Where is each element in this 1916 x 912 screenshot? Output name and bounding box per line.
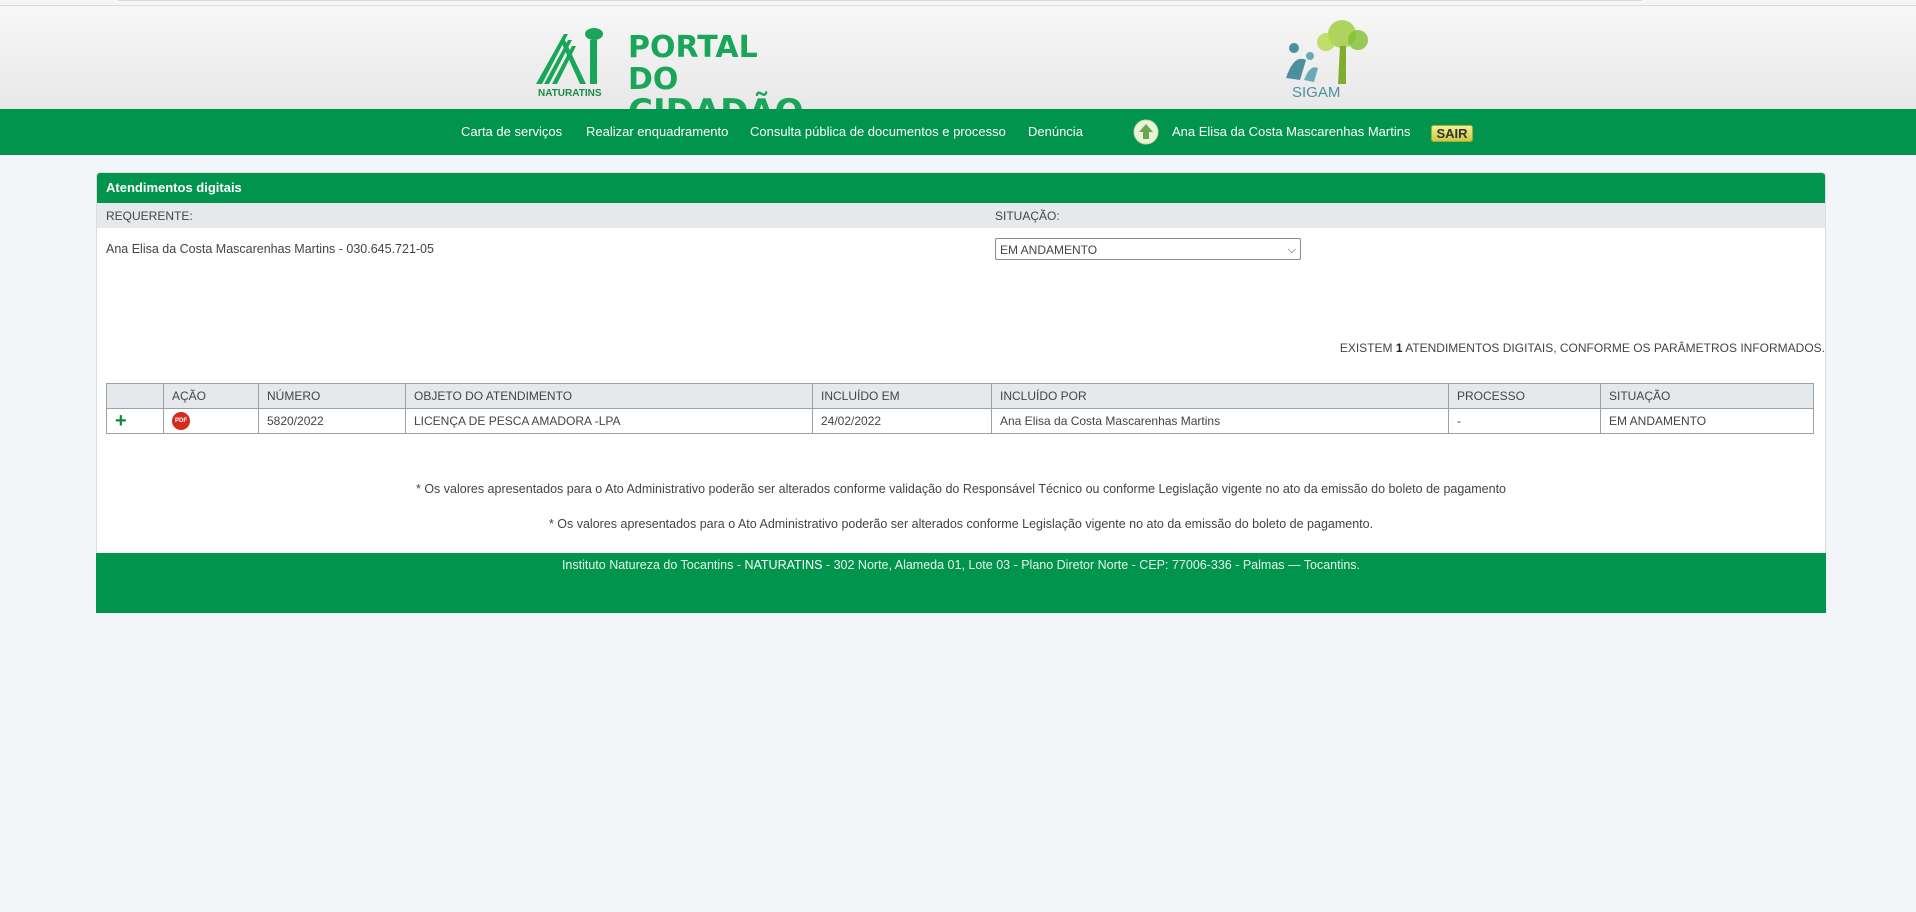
logout-button[interactable]: SAIR (1431, 125, 1473, 142)
situation-select[interactable]: EM ANDAMENTO ⌵ (995, 238, 1301, 260)
table-row: + PDF 5820/2022 LICENÇA DE PESCA AMADORA… (106, 408, 1814, 434)
col-header-incluido-por: INCLUÍDO POR (991, 383, 1449, 409)
site-footer: Instituto Natureza do Tocantins - NATURA… (96, 553, 1826, 613)
portal-title-line1: PORTAL DO (628, 30, 758, 97)
col-header-processo: PROCESSO (1448, 383, 1601, 409)
chevron-down-icon: ⌵ (1287, 244, 1296, 256)
count-suffix: ATENDIMENTOS DIGITAIS, CONFORME OS PARÂM… (1402, 341, 1825, 355)
requester-label: REQUERENTE: (106, 209, 193, 223)
results-count: 1 (1395, 341, 1403, 355)
numero-cell: 5820/2022 (258, 408, 406, 434)
services-table: AÇÃO NÚMERO OBJETO DO ATENDIMENTO INCLUÍ… (106, 383, 1814, 434)
note-technical-validation: * Os valores apresentados para o Ato Adm… (415, 482, 1507, 496)
site-header: NATURATINS PORTAL DO CIDADÃO SIGAM (0, 5, 1916, 129)
top-divider (118, 0, 1642, 1)
footer-address-text: - 302 Norte, Alameda 01, Lote 03 - Plano… (822, 558, 1361, 572)
count-prefix: EXISTEM (1339, 341, 1396, 355)
situation-label: SITUAÇÃO: (995, 209, 1060, 223)
portal-logo[interactable]: NATURATINS PORTAL DO CIDADÃO (534, 26, 804, 129)
col-header-objeto: OBJETO DO ATENDIMENTO (405, 383, 813, 409)
incluido-por-cell: Ana Elisa da Costa Mascarenhas Martins (991, 408, 1449, 434)
nav-item-carta-servicos[interactable]: Carta de serviços (461, 124, 562, 139)
pdf-icon[interactable]: PDF (172, 412, 190, 430)
processo-cell: - (1448, 408, 1601, 434)
naturatins-logo-icon (536, 28, 603, 84)
nav-item-consulta-publica[interactable]: Consulta pública de documentos e process… (750, 124, 1006, 139)
col-header-acao: AÇÃO (163, 383, 259, 409)
col-header-expand (106, 383, 164, 409)
footer-prefix: Instituto Natureza do Tocantins - (561, 558, 745, 572)
sigam-label: SIGAM (1292, 84, 1341, 101)
filter-values-row: Ana Elisa da Costa Mascarenhas Martins -… (97, 228, 1825, 272)
situacao-cell: EM ANDAMENTO (1600, 408, 1814, 434)
situation-select-value: EM ANDAMENTO (1000, 243, 1098, 257)
note-legislation: * Os valores apresentados para o Ato Adm… (548, 517, 1374, 531)
col-header-incluido-em: INCLUÍDO EM (812, 383, 992, 409)
expand-cell: + (106, 408, 164, 434)
plus-icon[interactable]: + (115, 410, 127, 432)
user-arrow-icon (1133, 119, 1159, 145)
col-header-situacao: SITUAÇÃO (1600, 383, 1814, 409)
footer-address: Instituto Natureza do Tocantins - NATURA… (96, 553, 1826, 572)
requester-value: Ana Elisa da Costa Mascarenhas Martins -… (106, 242, 434, 256)
naturatins-label: NATURATINS (538, 88, 602, 99)
sigam-logo: SIGAM (1276, 20, 1386, 106)
nav-item-denuncia[interactable]: Denúncia (1028, 124, 1083, 139)
tree-people-icon (1286, 20, 1368, 84)
main-nav: Carta de serviços Realizar enquadramento… (0, 109, 1916, 155)
results-count-message: EXISTEM 1 ATENDIMENTOS DIGITAIS, CONFORM… (1340, 341, 1825, 355)
table-header-row: AÇÃO NÚMERO OBJETO DO ATENDIMENTO INCLUÍ… (106, 383, 1814, 409)
col-header-numero: NÚMERO (258, 383, 406, 409)
objeto-cell: LICENÇA DE PESCA AMADORA -LPA (405, 408, 813, 434)
logged-user-name[interactable]: Ana Elisa da Costa Mascarenhas Martins (1172, 124, 1410, 139)
panel-title: Atendimentos digitais (97, 173, 1825, 203)
action-cell: PDF (163, 408, 259, 434)
digital-services-panel: Atendimentos digitais REQUERENTE: SITUAÇ… (96, 172, 1826, 555)
footer-org: NATURATINS (744, 558, 823, 572)
filter-labels-row: REQUERENTE: SITUAÇÃO: (97, 203, 1825, 228)
incluido-em-cell: 24/02/2022 (812, 408, 992, 434)
nav-item-realizar-enquadramento[interactable]: Realizar enquadramento (586, 124, 728, 139)
